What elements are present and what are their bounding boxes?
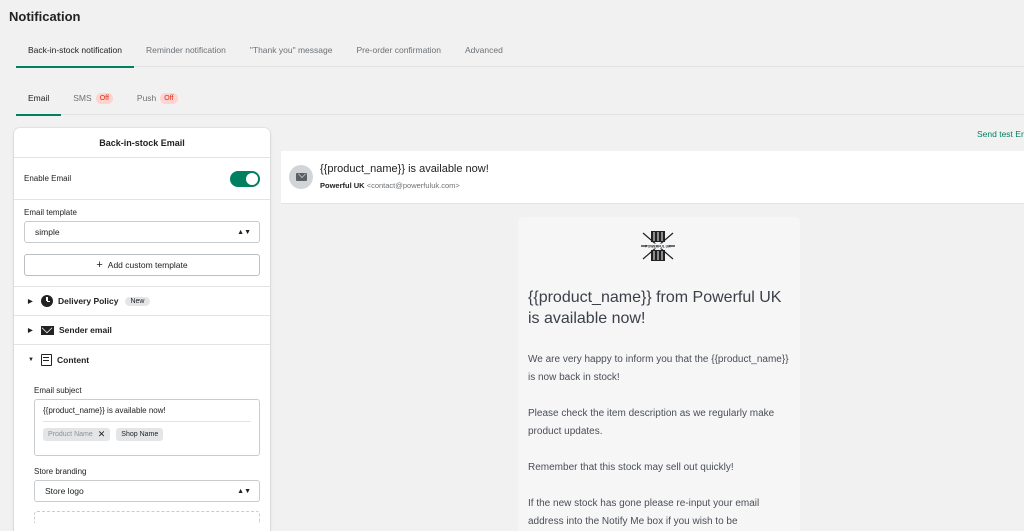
email-preview-card: POWERFUL UK {{product_name}} from Powerf… <box>518 217 800 531</box>
product-name-chip-label: Product Name <box>48 431 93 438</box>
panel-title: Back-in-stock Email <box>14 128 270 158</box>
preview-from-email: <contact@powerfuluk.com> <box>366 181 460 190</box>
content-label: Content <box>57 354 90 365</box>
enable-email-toggle[interactable] <box>230 170 260 187</box>
email-preview-header: {{product_name}} is available now! Power… <box>281 151 1024 204</box>
sender-email-section[interactable]: ▶ Sender email <box>14 316 270 345</box>
content-section[interactable]: ▼ Content <box>14 345 270 374</box>
tab-sms[interactable]: SMS Off <box>61 86 125 115</box>
caret-down-icon: ▼ <box>28 356 34 363</box>
new-badge: New <box>125 296 150 306</box>
shop-name-chip[interactable]: Shop Name <box>116 428 164 441</box>
sender-avatar <box>289 165 313 189</box>
notification-tabs: Back-in-stock notification Reminder noti… <box>16 38 1024 68</box>
sender-email-label: Sender email <box>59 325 112 335</box>
preview-heading: {{product_name}} from Powerful UK is ava… <box>528 289 782 327</box>
select-arrows-icon: ▲▼ <box>237 228 251 236</box>
preview-paragraph-4: If the new stock has gone please re-inpu… <box>528 498 760 527</box>
store-branding-select[interactable]: Store logo ▲▼ <box>34 480 260 502</box>
preview-paragraph-3: Remember that this stock may sell out qu… <box>528 462 734 473</box>
add-custom-template-label: Add custom template <box>107 260 188 270</box>
email-template-select[interactable]: simple ▲▼ <box>24 221 260 243</box>
tab-email-label: Email <box>28 93 50 103</box>
tab-push[interactable]: Push Off <box>125 86 190 115</box>
email-subject-field[interactable]: {{product_name}} is available now! Produ… <box>34 399 260 456</box>
tab-email[interactable]: Email <box>16 86 62 116</box>
tab-sms-label: SMS <box>73 93 92 103</box>
email-subject-label: Email subject <box>34 386 82 395</box>
delivery-policy-label: Delivery Policy <box>58 296 119 306</box>
email-template-label: Email template <box>24 208 77 217</box>
preview-from: Powerful UK <contact@powerfuluk.com> <box>320 181 460 190</box>
channel-tabs: Email SMS Off Push Off <box>16 86 1024 116</box>
tab-thank-you[interactable]: "Thank you" message <box>238 38 345 67</box>
preview-subject: {{product_name}} is available now! <box>320 163 489 175</box>
close-icon[interactable]: ✕ <box>98 430 106 439</box>
merge-tag-chips: Product Name ✕ Shop Name <box>43 428 251 441</box>
logo-upload-area[interactable] <box>34 511 260 523</box>
tab-advanced[interactable]: Advanced <box>453 38 515 67</box>
email-template-section: Email template simple ▲▼ + Add custom te… <box>14 200 270 287</box>
tab-reminder[interactable]: Reminder notification <box>134 38 238 67</box>
page-title: Notification <box>9 9 81 24</box>
envelope-icon <box>295 173 307 181</box>
preview-paragraph-1: We are very happy to inform you that the… <box>528 354 789 383</box>
delivery-policy-section[interactable]: ▶ Delivery Policy New <box>14 287 270 316</box>
document-icon <box>41 353 52 366</box>
store-branding-value: Store logo <box>45 486 84 496</box>
push-status-badge: Off <box>160 93 178 104</box>
plus-icon: + <box>96 259 103 271</box>
email-template-value: simple <box>35 227 60 237</box>
email-settings-panel: Back-in-stock Email Enable Email Email t… <box>14 128 270 531</box>
tab-pre-order[interactable]: Pre-order confirmation <box>344 38 453 67</box>
tab-push-label: Push <box>136 93 157 103</box>
select-arrows-icon: ▲▼ <box>237 487 251 495</box>
sms-status-badge: Off <box>95 93 113 104</box>
envelope-icon <box>41 325 54 335</box>
content-body: Email subject {{product_name}} is availa… <box>14 374 270 523</box>
clock-icon <box>41 295 53 307</box>
send-test-email-link[interactable]: Send test Er <box>977 129 1024 139</box>
caret-right-icon: ▶ <box>28 327 33 334</box>
email-subject-value[interactable]: {{product_name}} is available now! <box>43 406 251 422</box>
preview-paragraph-2: Please check the item description as we … <box>528 408 775 437</box>
caret-right-icon: ▶ <box>28 298 33 305</box>
tab-back-in-stock[interactable]: Back-in-stock notification <box>16 38 135 68</box>
store-logo: POWERFUL UK <box>641 231 675 261</box>
preview-from-name: Powerful UK <box>320 181 365 190</box>
add-custom-template-button[interactable]: + Add custom template <box>24 254 260 276</box>
store-branding-label: Store branding <box>34 467 87 476</box>
product-name-chip[interactable]: Product Name ✕ <box>43 428 111 441</box>
shop-name-chip-label: Shop Name <box>121 431 159 438</box>
enable-email-row: Enable Email <box>14 158 270 200</box>
enable-email-label: Enable Email <box>24 174 72 183</box>
logo-text: POWERFUL UK <box>645 245 671 249</box>
